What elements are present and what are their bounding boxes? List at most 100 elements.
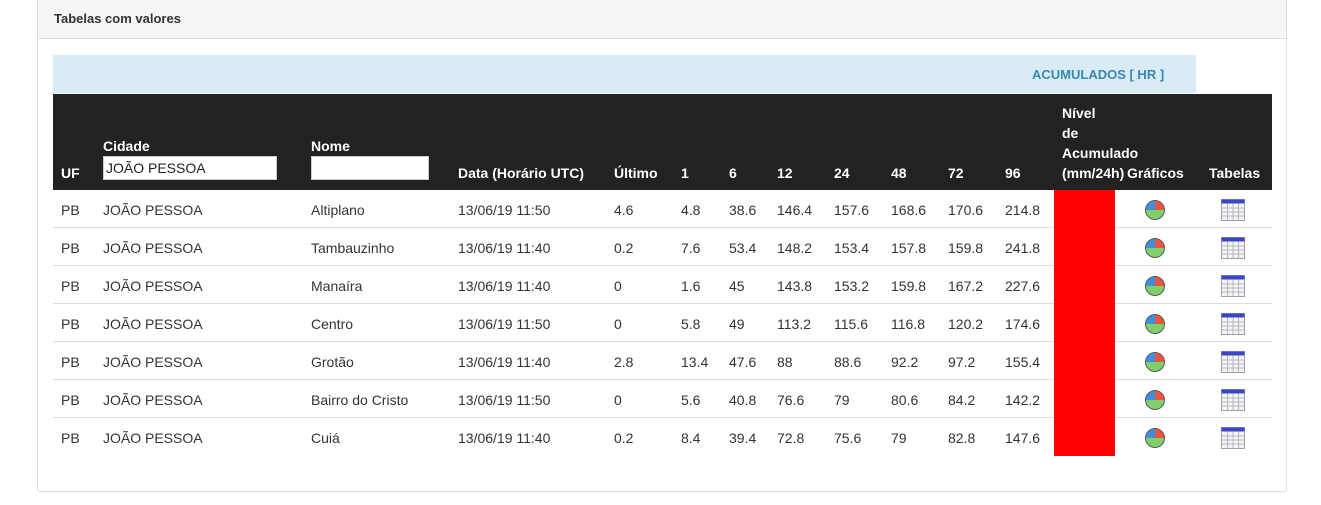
header-12h[interactable]: 12 — [777, 165, 793, 181]
header-cidade[interactable]: Cidade — [103, 138, 150, 154]
header-1h[interactable]: 1 — [681, 165, 689, 181]
pie-chart-icon[interactable] — [1144, 313, 1166, 335]
table-row: PB JOÃO PESSOA Grotão 13/06/19 11:40 2.8… — [53, 342, 1272, 380]
cell-nome: Cuiá — [311, 430, 340, 446]
cell-6h: 40.8 — [729, 392, 757, 408]
cell-ultimo: 0 — [614, 316, 622, 332]
cell-nome: Altiplano — [311, 202, 365, 218]
accumulated-banner: ACUMULADOS [ HR ] — [53, 55, 1196, 93]
cell-cidade: JOÃO PESSOA — [103, 202, 203, 218]
header-nivel-line2: de — [1062, 125, 1079, 141]
header-48h[interactable]: 48 — [891, 165, 907, 181]
cidade-filter-input[interactable] — [103, 156, 277, 180]
cell-48h: 80.6 — [891, 392, 919, 408]
table-icon[interactable] — [1221, 313, 1245, 335]
cell-6h: 47.6 — [729, 354, 757, 370]
cell-24h: 153.2 — [834, 278, 870, 294]
cell-cidade: JOÃO PESSOA — [103, 240, 203, 256]
cell-24h: 153.4 — [834, 240, 870, 256]
cell-12h: 113.2 — [777, 316, 811, 332]
nivel-indicator — [1054, 304, 1115, 342]
cell-24h: 157.6 — [834, 202, 870, 218]
cell-1h: 13.4 — [681, 354, 709, 370]
accumulated-label: ACUMULADOS [ HR ] — [1032, 67, 1165, 82]
cell-uf: PB — [61, 354, 80, 370]
header-96h[interactable]: 96 — [1005, 165, 1021, 181]
cell-data: 13/06/19 11:40 — [458, 354, 551, 370]
cell-1h: 1.6 — [681, 278, 701, 294]
cell-96h: 214.8 — [1005, 202, 1041, 218]
nome-filter-input[interactable] — [311, 156, 429, 180]
header-24h[interactable]: 24 — [834, 165, 850, 181]
cell-ultimo: 0.2 — [614, 240, 634, 256]
header-graficos: Gráficos — [1127, 165, 1184, 181]
cell-1h: 8.4 — [681, 430, 701, 446]
cell-1h: 7.6 — [681, 240, 701, 256]
table-icon[interactable] — [1221, 199, 1245, 221]
cell-12h: 146.4 — [777, 202, 813, 218]
header-tabelas: Tabelas — [1209, 165, 1261, 181]
cell-48h: 79 — [891, 430, 907, 446]
header-nivel-line3: Acumulado — [1062, 145, 1139, 161]
cell-1h: 5.8 — [681, 316, 701, 332]
table-icon[interactable] — [1221, 351, 1245, 373]
pie-chart-icon[interactable] — [1144, 389, 1166, 411]
cell-uf: PB — [61, 392, 80, 408]
cell-1h: 5.6 — [681, 392, 701, 408]
table-row: PB JOÃO PESSOA Cuiá 13/06/19 11:40 0.2 8… — [53, 418, 1272, 456]
cell-data: 13/06/19 11:50 — [458, 202, 551, 218]
header-data[interactable]: Data (Horário UTC) — [458, 165, 584, 181]
cell-uf: PB — [61, 202, 80, 218]
cell-data: 13/06/19 11:50 — [458, 316, 551, 332]
table-header: UF Cidade Nome Data (Horário UTC) Último… — [53, 94, 1272, 190]
nivel-indicator — [1054, 342, 1115, 380]
nivel-indicator — [1054, 266, 1115, 304]
cell-6h: 45 — [729, 278, 745, 294]
cell-72h: 159.8 — [948, 240, 984, 256]
pie-chart-icon[interactable] — [1144, 199, 1166, 221]
cell-cidade: JOÃO PESSOA — [103, 354, 203, 370]
cell-cidade: JOÃO PESSOA — [103, 278, 203, 294]
cell-24h: 75.6 — [834, 430, 862, 446]
cell-1h: 4.8 — [681, 202, 701, 218]
cell-ultimo: 2.8 — [614, 354, 634, 370]
header-nome[interactable]: Nome — [311, 138, 350, 154]
table-row: PB JOÃO PESSOA Bairro do Cristo 13/06/19… — [53, 380, 1272, 418]
cell-12h: 76.6 — [777, 392, 805, 408]
pie-chart-icon[interactable] — [1144, 427, 1166, 449]
cell-data: 13/06/19 11:40 — [458, 430, 551, 446]
nivel-indicator — [1054, 418, 1115, 456]
header-72h[interactable]: 72 — [948, 165, 964, 181]
cell-cidade: JOÃO PESSOA — [103, 392, 203, 408]
header-6h[interactable]: 6 — [729, 165, 737, 181]
cell-cidade: JOÃO PESSOA — [103, 430, 203, 446]
table-icon[interactable] — [1221, 275, 1245, 297]
cell-nome: Manaíra — [311, 278, 363, 294]
cell-uf: PB — [61, 278, 80, 294]
cell-48h: 92.2 — [891, 354, 919, 370]
table-row: PB JOÃO PESSOA Centro 13/06/19 11:50 0 5… — [53, 304, 1272, 342]
header-uf[interactable]: UF — [61, 165, 80, 181]
cell-48h: 168.6 — [891, 202, 927, 218]
cell-ultimo: 0 — [614, 278, 622, 294]
header-ultimo[interactable]: Último — [614, 165, 658, 181]
cell-72h: 82.8 — [948, 430, 976, 446]
cell-96h: 142.2 — [1005, 392, 1041, 408]
cell-6h: 39.4 — [729, 430, 757, 446]
table-row: PB JOÃO PESSOA Manaíra 13/06/19 11:40 0 … — [53, 266, 1272, 304]
cell-ultimo: 4.6 — [614, 202, 634, 218]
cell-72h: 97.2 — [948, 354, 976, 370]
cell-72h: 167.2 — [948, 278, 984, 294]
cell-96h: 227.6 — [1005, 278, 1041, 294]
pie-chart-icon[interactable] — [1144, 351, 1166, 373]
pie-chart-icon[interactable] — [1144, 237, 1166, 259]
table-icon[interactable] — [1221, 389, 1245, 411]
table-body: PB JOÃO PESSOA Altiplano 13/06/19 11:50 … — [53, 190, 1272, 456]
table-icon[interactable] — [1221, 427, 1245, 449]
panel-title: Tabelas com valores — [38, 0, 1286, 39]
cell-data: 13/06/19 11:50 — [458, 392, 551, 408]
pie-chart-icon[interactable] — [1144, 275, 1166, 297]
cell-ultimo: 0 — [614, 392, 622, 408]
table-icon[interactable] — [1221, 237, 1245, 259]
cell-96h: 155.4 — [1005, 354, 1041, 370]
